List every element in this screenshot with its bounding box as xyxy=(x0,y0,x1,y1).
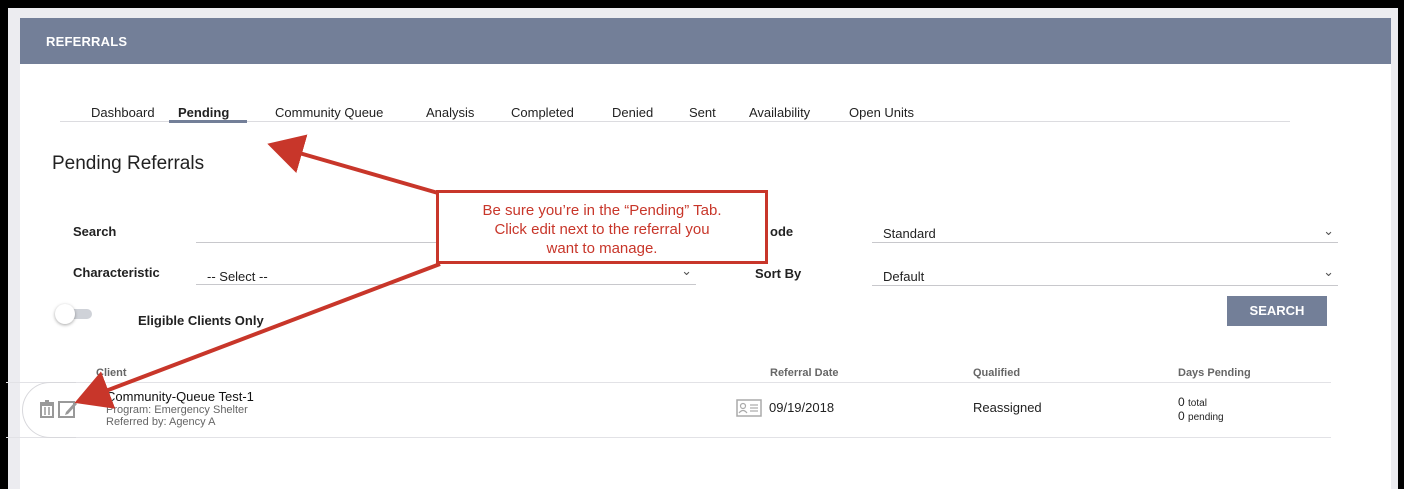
callout-line-1: Be sure you’re in the “Pending” Tab. xyxy=(482,202,722,219)
arrow-to-pending-tab xyxy=(267,134,439,195)
arrow-to-edit-icon xyxy=(74,262,441,409)
annotation-callout: Be sure you’re in the “Pending” Tab. Cli… xyxy=(436,190,768,264)
callout-line-2: Click edit next to the referral you xyxy=(494,221,710,238)
callout-line-3: want to manage. xyxy=(546,240,658,257)
